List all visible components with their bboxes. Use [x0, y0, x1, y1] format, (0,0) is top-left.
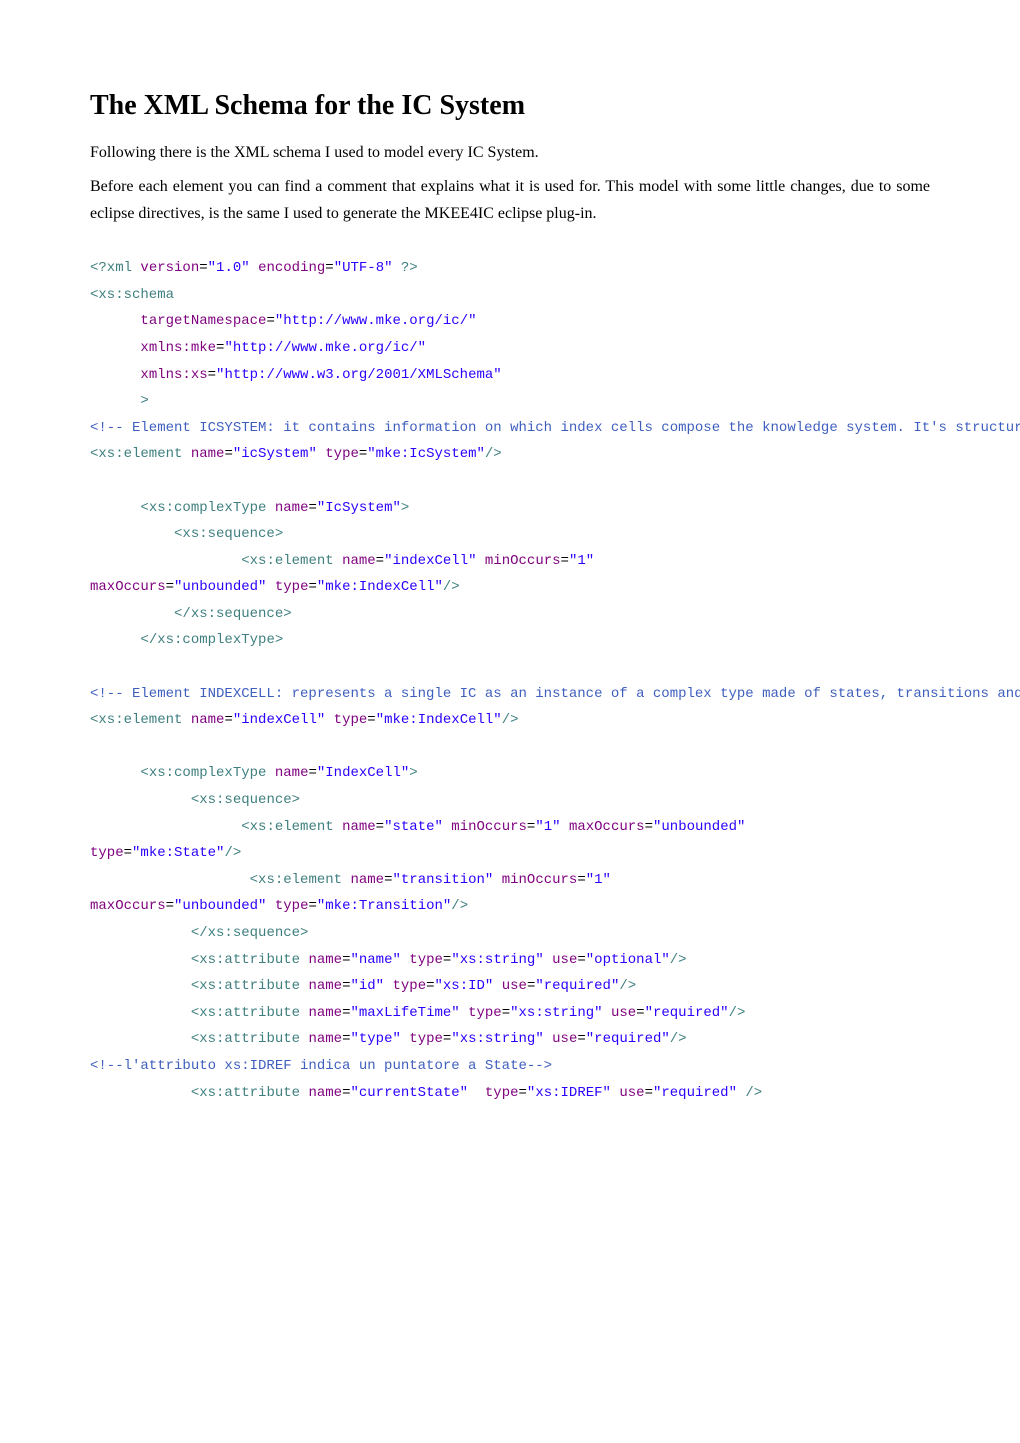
- comment-indexcell: <!-- Element INDEXCELL: represents a sin…: [90, 686, 1020, 702]
- comment-idref: <!--l'attributo xs:IDREF indica un punta…: [90, 1058, 552, 1074]
- code-block: <?xml version="1.0" encoding="UTF-8" ?> …: [90, 255, 930, 1106]
- intro-paragraph-2: Before each element you can find a comme…: [90, 174, 930, 227]
- comment-icsystem: <!-- Element ICSYSTEM: it contains infor…: [90, 420, 1020, 436]
- intro-paragraph-1: Following there is the XML schema I used…: [90, 140, 930, 166]
- page-title: The XML Schema for the IC System: [90, 90, 930, 122]
